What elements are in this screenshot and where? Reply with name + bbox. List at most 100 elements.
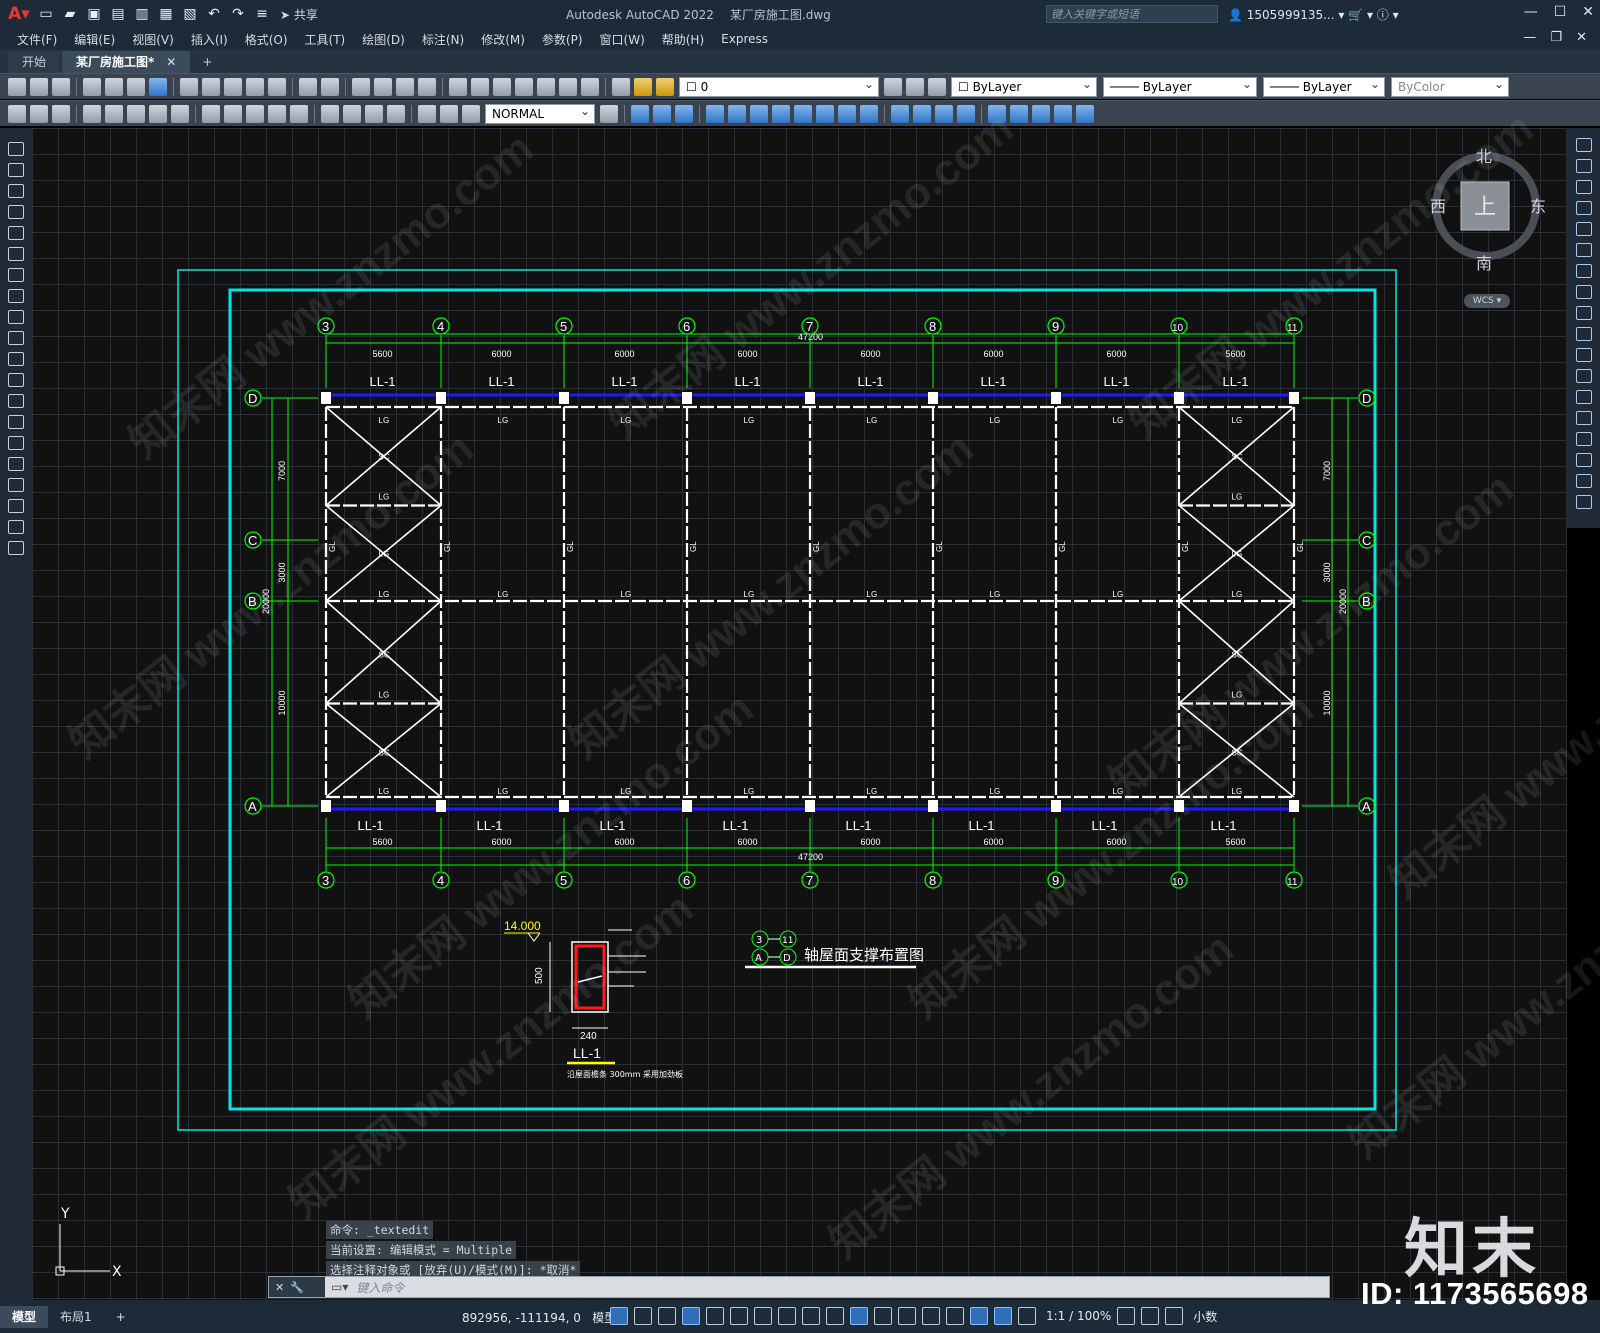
ortho-icon[interactable] xyxy=(706,1307,724,1325)
viewcube[interactable]: 上 北 南 东 西 WCS ▾ xyxy=(1430,147,1548,308)
compass-east[interactable]: 东 xyxy=(1530,197,1546,216)
dim-radius-icon[interactable] xyxy=(105,104,123,123)
drawing-canvas[interactable]: 5600 6000 6000 6000 6000 6000 6000 5600 47200 560… xyxy=(32,128,1567,1300)
make-block-icon[interactable] xyxy=(8,394,24,408)
close-tab-icon[interactable]: ✕ xyxy=(166,55,176,69)
infer-constraints-icon[interactable] xyxy=(658,1307,676,1325)
dim-ordinate-icon[interactable] xyxy=(83,104,101,123)
cylinder-icon[interactable] xyxy=(653,104,671,123)
plotstyle-dropdown[interactable]: ByColor xyxy=(1391,76,1509,97)
undo-icon[interactable]: ↶ xyxy=(204,4,224,24)
undo-toolbar-icon[interactable] xyxy=(299,77,317,96)
redo-icon[interactable]: ↷ xyxy=(228,4,248,24)
dynamic-input-icon[interactable] xyxy=(682,1307,700,1325)
object-snap-tracking-icon[interactable] xyxy=(778,1307,796,1325)
dim-diameter-icon[interactable] xyxy=(149,104,167,123)
array-icon[interactable] xyxy=(1576,222,1592,236)
properties-toggle-icon[interactable] xyxy=(1165,1307,1184,1325)
close-command-icon[interactable]: ✕ xyxy=(275,1281,284,1294)
line-icon[interactable] xyxy=(8,142,24,156)
xline-icon[interactable] xyxy=(8,163,24,177)
annotation-scale[interactable]: 1:1 / 100% xyxy=(1046,1309,1111,1323)
break-at-point-icon[interactable] xyxy=(1576,369,1592,383)
dim-edit-icon[interactable] xyxy=(418,104,436,123)
explode-icon[interactable] xyxy=(1576,495,1592,509)
menu-modify[interactable]: 修改(M) xyxy=(481,31,525,48)
table-icon[interactable] xyxy=(8,499,24,513)
grid-toggle-icon[interactable] xyxy=(610,1307,628,1325)
minimize-icon[interactable]: — xyxy=(1524,4,1538,20)
customize-icon[interactable]: ≡ xyxy=(252,4,272,24)
compass-west[interactable]: 西 xyxy=(1430,197,1446,216)
join-icon[interactable] xyxy=(1576,411,1592,425)
move-icon[interactable] xyxy=(1576,243,1592,257)
erase-icon[interactable] xyxy=(1576,138,1592,152)
dim-update-icon[interactable] xyxy=(462,104,480,123)
menu-express[interactable]: Express xyxy=(721,32,768,46)
menu-file[interactable]: 文件(F) xyxy=(17,31,57,48)
zoom-previous-icon[interactable] xyxy=(418,77,436,96)
maximize-icon[interactable]: ☐ xyxy=(1554,4,1567,20)
units-display[interactable]: 小数 xyxy=(1193,1308,1217,1325)
share-button[interactable]: ➤ 共享 xyxy=(280,6,318,23)
zoom-window-icon[interactable] xyxy=(396,77,414,96)
compass-south[interactable]: 南 xyxy=(1476,254,1492,273)
block-editor-icon[interactable] xyxy=(268,77,286,96)
match-properties-icon[interactable] xyxy=(246,77,264,96)
polyline-icon[interactable] xyxy=(8,184,24,198)
workspace-icon[interactable] xyxy=(1117,1307,1136,1325)
object-snap-icon[interactable] xyxy=(802,1307,820,1325)
menu-format[interactable]: 格式(O) xyxy=(245,31,288,48)
polygon-icon[interactable] xyxy=(8,205,24,219)
isometric-icon[interactable] xyxy=(754,1307,772,1325)
thicken-icon[interactable] xyxy=(913,104,931,123)
open-file-icon[interactable]: ▰ xyxy=(60,4,80,24)
publish-icon[interactable]: ▥ xyxy=(132,4,152,24)
tool-palettes-icon[interactable] xyxy=(493,77,511,96)
presspull-icon[interactable] xyxy=(794,104,812,123)
polar-icon[interactable] xyxy=(730,1307,748,1325)
coordinates-readout[interactable]: 892956, -111194, 0 模型 xyxy=(462,1309,616,1326)
wcs-menu[interactable]: WCS ▾ xyxy=(1464,294,1510,308)
tolerance-icon[interactable] xyxy=(321,104,339,123)
mirror-icon[interactable] xyxy=(1576,180,1592,194)
add-selected-icon[interactable] xyxy=(8,541,24,555)
dim-space-icon[interactable] xyxy=(268,104,286,123)
customize-command-icon[interactable]: 🔧 xyxy=(290,1281,304,1294)
spline-icon[interactable] xyxy=(8,310,24,324)
print-icon[interactable]: ▧ xyxy=(180,4,200,24)
box-icon[interactable] xyxy=(631,104,649,123)
interfere-icon[interactable] xyxy=(957,104,975,123)
new-file-icon[interactable]: ▭ xyxy=(36,4,56,24)
quick-dim-icon[interactable] xyxy=(202,104,220,123)
transparency-icon[interactable] xyxy=(850,1307,868,1325)
copy-icon[interactable] xyxy=(202,77,220,96)
stretch-icon[interactable] xyxy=(1576,306,1592,320)
union-icon[interactable] xyxy=(816,104,834,123)
jogged-linear-icon[interactable] xyxy=(387,104,405,123)
gizmo-icon[interactable] xyxy=(970,1307,988,1325)
qnew-icon[interactable] xyxy=(8,77,26,96)
subtract-icon[interactable] xyxy=(838,104,856,123)
publish-toolbar-icon[interactable] xyxy=(127,77,145,96)
check-icon[interactable] xyxy=(1076,104,1094,123)
command-input-bar[interactable]: ✕ 🔧 ▭▾ 键入命令 xyxy=(268,1276,1330,1298)
dim-angular-icon[interactable] xyxy=(171,104,189,123)
ellipse-arc-icon[interactable] xyxy=(8,352,24,366)
point-icon[interactable] xyxy=(8,415,24,429)
3d-osnap-icon[interactable] xyxy=(898,1307,916,1325)
scale-icon[interactable] xyxy=(1576,285,1592,299)
redo-toolbar-icon[interactable] xyxy=(321,77,339,96)
arc-icon[interactable] xyxy=(8,247,24,261)
lineweight-dropdown[interactable]: ──── ByLayer xyxy=(1263,76,1385,97)
design-center-icon[interactable] xyxy=(471,77,489,96)
chamfer-icon[interactable] xyxy=(1576,432,1592,446)
tab-layout1[interactable]: 布局1 xyxy=(48,1306,104,1328)
selection-filter-icon[interactable] xyxy=(946,1307,964,1325)
menu-draw[interactable]: 绘图(D) xyxy=(362,31,405,48)
properties-icon[interactable] xyxy=(449,77,467,96)
layer-previous-icon[interactable] xyxy=(906,77,924,96)
blend-icon[interactable] xyxy=(1576,474,1592,488)
export-icon[interactable]: ▦ xyxy=(156,4,176,24)
annotation-visibility-icon[interactable] xyxy=(994,1307,1012,1325)
